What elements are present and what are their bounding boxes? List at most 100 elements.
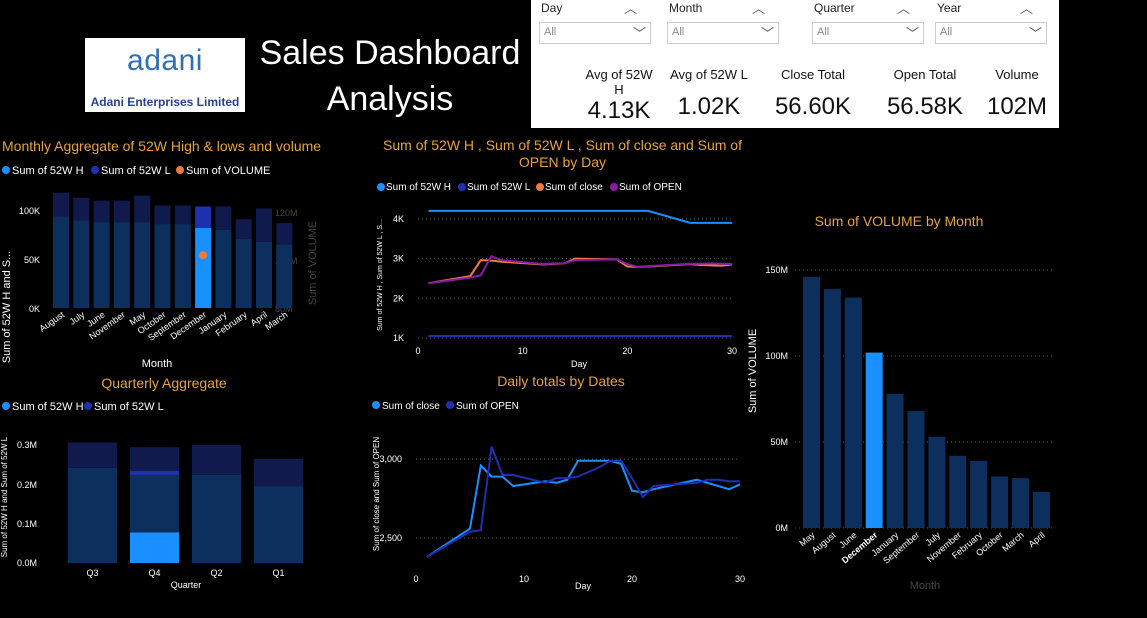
bar-52w-high bbox=[154, 224, 171, 308]
month-dropdown-value: All bbox=[672, 26, 685, 38]
legend-marker bbox=[91, 166, 99, 174]
y-tick-label: 3K bbox=[393, 254, 404, 264]
bar-52w-high bbox=[254, 486, 303, 563]
y-tick-label: 50K bbox=[24, 255, 40, 265]
y-tick-label: 1K bbox=[393, 333, 404, 343]
chevron-down-icon: ﹀ bbox=[1028, 26, 1042, 41]
company-logo: adani Adani Enterprises Limited bbox=[85, 38, 245, 112]
x-tick-label: 30 bbox=[727, 346, 737, 356]
legend-label: Sum of VOLUME bbox=[186, 165, 270, 177]
chevron-up-icon[interactable]: ︿ bbox=[897, 0, 910, 17]
bar-52w-high bbox=[73, 220, 90, 308]
monthly-x-ticks: August JulyJuneNovember MayOctoberSeptembe… bbox=[37, 309, 289, 343]
bar-52w-high bbox=[68, 467, 117, 563]
legend-label: Sum of 52W H bbox=[386, 182, 451, 193]
bar-52w-high bbox=[256, 241, 272, 308]
chart-legend: Sum of 52W H Sum of 52W L Sum of close S… bbox=[377, 182, 682, 193]
legend-label: Sum of 52W L bbox=[101, 165, 171, 177]
bar-volume bbox=[1032, 491, 1050, 528]
volume-point bbox=[199, 251, 208, 260]
kpi-avg-52w-high: Avg of 52W H 4.13K bbox=[581, 67, 657, 125]
chevron-up-icon[interactable]: ︿ bbox=[1020, 0, 1033, 17]
kpi-value: 4.13K bbox=[587, 97, 651, 124]
bar-52w-low bbox=[174, 205, 191, 225]
legend-label: Sum of OPEN bbox=[619, 182, 682, 193]
y-tick-label: 0.2M bbox=[17, 480, 37, 490]
y-tick-label: 2,500 bbox=[379, 533, 402, 543]
daily-grid: 1K 2K 3K 4K 0 10 20 30 bbox=[393, 214, 737, 356]
kpi-value: 56.60K bbox=[774, 93, 852, 120]
month-dropdown[interactable]: All ﹀ bbox=[667, 22, 779, 44]
day-slicer-label: Day bbox=[541, 1, 563, 15]
page-title-line1: Sales Dashboard bbox=[259, 34, 521, 72]
daily-lines bbox=[428, 209, 733, 338]
y-axis-label: Sum of 52W H and S... bbox=[1, 251, 13, 364]
bar-volume bbox=[844, 297, 862, 528]
bar-52w-low bbox=[215, 206, 232, 230]
x-tick-label: 20 bbox=[622, 346, 632, 356]
volume-by-month-chart[interactable]: Sum of VOLUME by Month Sum of VOLUME 0M 5… bbox=[740, 205, 1140, 600]
day-dropdown[interactable]: All ﹀ bbox=[539, 22, 651, 44]
bar-volume bbox=[865, 352, 883, 528]
legend-marker bbox=[536, 183, 544, 191]
y-tick-label: 3,000 bbox=[379, 454, 402, 464]
chevron-down-icon: ﹀ bbox=[760, 26, 774, 41]
bar-52w-low bbox=[130, 447, 179, 471]
legend-label: Sum of 52W H bbox=[12, 165, 84, 177]
monthly-aggregate-chart[interactable]: Monthly Aggregate of 52W High & lows and… bbox=[0, 135, 360, 375]
daily-totals-lines bbox=[426, 446, 741, 558]
year-dropdown-value: All bbox=[940, 26, 953, 38]
chevron-down-icon: ﹀ bbox=[632, 26, 646, 41]
chart-legend: Sum of 52W H Sum of 52W L bbox=[2, 401, 164, 413]
bar-volume bbox=[1012, 478, 1029, 528]
kpi-value: 102M bbox=[986, 93, 1048, 120]
x-axis-label: Month bbox=[910, 580, 941, 592]
bar-52w-low bbox=[73, 197, 90, 221]
x-tick-label: Q2 bbox=[210, 568, 222, 578]
chart-title: Monthly Aggregate of 52W High & lows and… bbox=[2, 138, 321, 154]
bar-52w-high bbox=[53, 216, 69, 308]
x-tick-label: August bbox=[810, 530, 838, 556]
y-tick-label: 0K bbox=[29, 304, 40, 314]
y-tick-label: 0.1M bbox=[17, 519, 37, 529]
bar-volume bbox=[803, 276, 820, 528]
y-tick-label: 0M bbox=[775, 523, 788, 533]
x-tick-label: 0 bbox=[415, 346, 420, 356]
y-tick-label: 100M bbox=[765, 351, 788, 361]
bar-highlight-segment bbox=[130, 532, 179, 563]
bar-52w-high bbox=[93, 222, 110, 308]
legend-label: Sum of 52W H bbox=[12, 401, 84, 413]
bar-52w-low bbox=[195, 206, 212, 228]
chevron-up-icon[interactable]: ︿ bbox=[624, 0, 637, 17]
kpi-volume: Volume 102M bbox=[981, 67, 1053, 121]
y2-axis-label: Sum of VOLUME bbox=[307, 221, 319, 305]
day-dropdown-value: All bbox=[544, 26, 557, 38]
bar-volume bbox=[949, 455, 967, 528]
y-tick-label: 0.3M bbox=[17, 440, 37, 450]
quarterly-bars bbox=[68, 442, 303, 563]
daily-totals-line-chart[interactable]: Daily totals by Dates Sum of close Sum o… bbox=[370, 372, 755, 597]
year-dropdown[interactable]: All ﹀ bbox=[935, 22, 1047, 44]
quarter-dropdown[interactable]: All ﹀ bbox=[812, 22, 924, 44]
quarterly-x-ticks: Q3 Q4 Q2 Q1 bbox=[86, 568, 284, 578]
legend-label: Sum of OPEN bbox=[456, 401, 519, 412]
quarterly-aggregate-chart[interactable]: Quarterly Aggregate Sum of 52W H Sum of … bbox=[0, 375, 330, 595]
x-tick-label: 10 bbox=[518, 346, 528, 356]
chart-title: Daily totals by Dates bbox=[497, 373, 625, 389]
filter-kpi-panel: Day ︿ All ﹀ Month ︿ All ﹀ Quarter ︿ All … bbox=[531, 0, 1059, 128]
x-tick-label: July bbox=[68, 309, 87, 327]
bar-52w-low bbox=[276, 223, 293, 245]
x-tick-label: April bbox=[1026, 530, 1046, 549]
bar-volume bbox=[928, 436, 946, 528]
logo-subtitle: Adani Enterprises Limited bbox=[90, 95, 240, 109]
y-tick-label: 2K bbox=[393, 293, 404, 303]
chevron-up-icon[interactable]: ︿ bbox=[752, 0, 765, 17]
legend-marker bbox=[610, 183, 618, 191]
daily-metrics-line-chart[interactable]: Sum of 52W H , Sum of 52W L , Sum of clo… bbox=[370, 135, 755, 370]
bar-52w-low bbox=[68, 442, 117, 468]
bar-52w-low bbox=[192, 445, 241, 475]
y-tick-label: 150M bbox=[765, 265, 788, 275]
legend-marker bbox=[2, 166, 10, 174]
volume-x-ticks: MayAugust JuneDecemberJanuarySeptember Jul… bbox=[797, 530, 1046, 566]
legend-label: Sum of close bbox=[545, 182, 603, 193]
